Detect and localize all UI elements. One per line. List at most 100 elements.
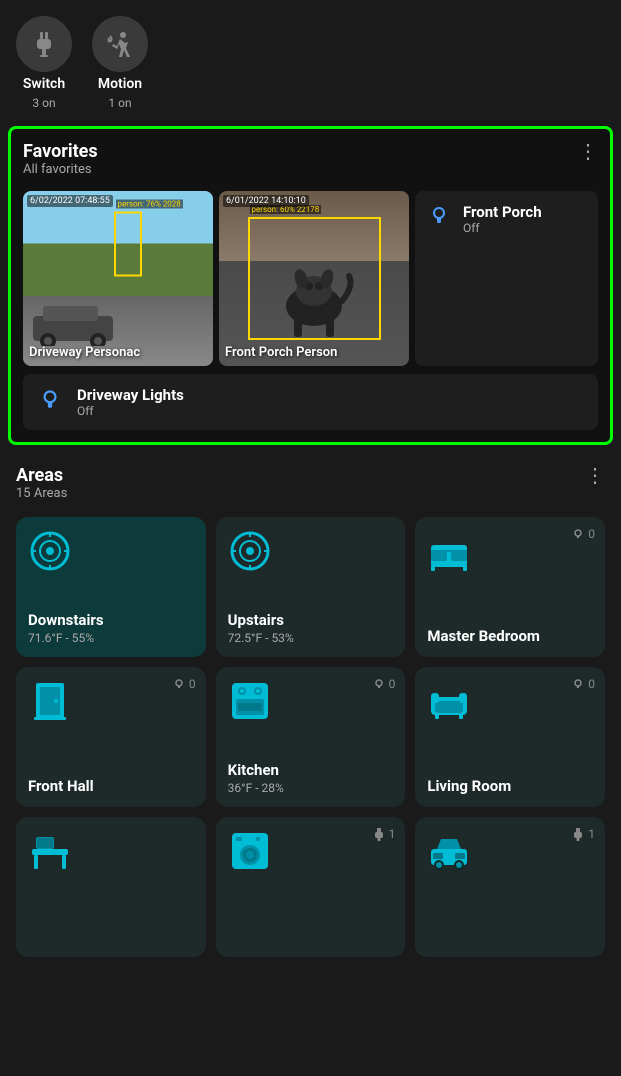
driveway-lights-status: Off xyxy=(77,404,184,418)
front-porch-light-icon xyxy=(427,203,451,232)
master-bedroom-light-count: 0 xyxy=(571,527,595,541)
front-porch-light-card[interactable]: Front Porch Off xyxy=(415,191,598,366)
driveway-lights-info: Driveway Lights Off xyxy=(77,386,184,418)
motion-icon xyxy=(106,30,134,58)
switch-device[interactable]: Switch 3 on xyxy=(16,16,72,110)
car-in-cam xyxy=(28,301,118,346)
area-card-upstairs[interactable]: Upstairs 72.5°F - 53% xyxy=(216,517,406,657)
cam-driveway-label: Driveway Personac xyxy=(29,345,140,360)
favorites-header: Favorites All favorites ⋮ xyxy=(23,141,598,187)
master-bedroom-info: Master Bedroom xyxy=(427,627,593,645)
area7-icon-wrap xyxy=(28,829,194,877)
area-card-9[interactable]: 1 xyxy=(415,817,605,957)
thermostat-icon-upstairs xyxy=(228,529,272,573)
driveway-lights-name: Driveway Lights xyxy=(77,386,184,404)
area-card-7[interactable] xyxy=(16,817,206,957)
areas-subtitle: 15 Areas xyxy=(16,486,67,501)
frontporch-camera-card[interactable]: person: 60% 22178 6/01/2022 14:10:10 Fro… xyxy=(219,191,409,366)
driveway-camera-card[interactable]: person: 76% 2028 6/02/2022 07:48:55 Driv… xyxy=(23,191,213,366)
front-porch-light-row: Front Porch Off xyxy=(427,203,586,235)
areas-menu-button[interactable]: ⋮ xyxy=(585,465,605,485)
bulb-icon-driveway xyxy=(37,386,63,412)
front-hall-name: Front Hall xyxy=(28,777,194,795)
favorites-menu-button[interactable]: ⋮ xyxy=(578,141,598,161)
thermostat-icon-downstairs xyxy=(28,529,72,573)
front-porch-light-status: Off xyxy=(463,221,542,235)
top-section: Switch 3 on Motion 1 on xyxy=(0,0,621,118)
driveway-lights-icon xyxy=(37,386,63,418)
desk-icon xyxy=(28,829,72,873)
driveway-lights-card[interactable]: Driveway Lights Off xyxy=(23,374,598,430)
cam-frontporch-timestamp: 6/01/2022 14:10:10 xyxy=(223,195,309,207)
favorites-title: Favorites xyxy=(23,141,98,162)
switch-sublabel: 3 on xyxy=(32,96,55,110)
kitchen-temp: 36°F - 28% xyxy=(228,781,394,795)
area-card-front-hall[interactable]: 0 Front Hall xyxy=(16,667,206,807)
upstairs-name: Upstairs xyxy=(228,611,394,629)
switch-label: Switch xyxy=(23,76,65,92)
favorites-subtitle: All favorites xyxy=(23,162,98,177)
living-room-info: Living Room xyxy=(427,777,593,795)
master-bedroom-count-val: 0 xyxy=(588,527,595,541)
light-count-icon-living xyxy=(571,677,585,691)
motion-device[interactable]: Motion 1 on xyxy=(92,16,148,110)
cameras-row: person: 76% 2028 6/02/2022 07:48:55 Driv… xyxy=(23,191,598,366)
front-hall-icon-wrap xyxy=(28,679,194,727)
master-bedroom-name: Master Bedroom xyxy=(427,627,593,645)
sofa-icon xyxy=(427,679,471,723)
area9-count-val: 1 xyxy=(588,827,595,841)
areas-grid: Downstairs 71.6°F - 55% Upstairs 72.5 xyxy=(16,517,605,957)
front-hall-info: Front Hall xyxy=(28,777,194,795)
master-bedroom-icon-wrap xyxy=(427,529,593,577)
downstairs-info: Downstairs 71.6°F - 55% xyxy=(28,611,194,645)
light-count-icon-hall xyxy=(172,677,186,691)
kitchen-name: Kitchen xyxy=(228,761,394,779)
kitchen-icon-wrap xyxy=(228,679,394,727)
living-room-name: Living Room xyxy=(427,777,593,795)
front-porch-light-info: Front Porch Off xyxy=(463,203,542,235)
motion-sublabel: 1 on xyxy=(108,96,131,110)
area9-plug-count: 1 xyxy=(571,827,595,841)
area-card-living-room[interactable]: 0 Living Room xyxy=(415,667,605,807)
favorites-title-group: Favorites All favorites xyxy=(23,141,98,187)
downstairs-icon-wrap xyxy=(28,529,194,577)
motion-icon-circle xyxy=(92,16,148,72)
light-count-icon xyxy=(571,527,585,541)
area8-plug-count: 1 xyxy=(372,827,396,841)
car-icon xyxy=(427,829,471,873)
plug-count-icon-9 xyxy=(571,827,585,841)
animal-in-cam xyxy=(269,251,359,341)
downstairs-temp: 71.6°F - 55% xyxy=(28,631,194,645)
area9-icon-wrap xyxy=(427,829,593,877)
areas-title-group: Areas 15 Areas xyxy=(16,465,67,513)
living-room-count-val: 0 xyxy=(588,677,595,691)
living-room-light-count: 0 xyxy=(571,677,595,691)
switch-icon-circle xyxy=(16,16,72,72)
plug-count-icon-8 xyxy=(372,827,386,841)
front-porch-light-name: Front Porch xyxy=(463,203,542,221)
area-card-master-bedroom[interactable]: 0 Master Bedroom xyxy=(415,517,605,657)
area-card-kitchen[interactable]: 0 Kitchen 36°F - 28% xyxy=(216,667,406,807)
door-icon xyxy=(28,679,72,723)
cam-frontporch-label: Front Porch Person xyxy=(225,345,337,360)
favorites-section: Favorites All favorites ⋮ p xyxy=(8,126,613,445)
kitchen-count-val: 0 xyxy=(389,677,396,691)
kitchen-info: Kitchen 36°F - 28% xyxy=(228,761,394,795)
areas-title: Areas xyxy=(16,465,67,486)
washer-icon xyxy=(228,829,272,873)
bed-icon xyxy=(427,529,471,573)
area-card-8[interactable]: 1 xyxy=(216,817,406,957)
front-hall-count-val: 0 xyxy=(189,677,196,691)
areas-section: Areas 15 Areas ⋮ Downstairs 71.6°F xyxy=(0,453,621,969)
kitchen-light-count: 0 xyxy=(372,677,396,691)
areas-header: Areas 15 Areas ⋮ xyxy=(16,465,605,513)
bulb-icon-fav xyxy=(427,203,451,227)
upstairs-temp: 72.5°F - 53% xyxy=(228,631,394,645)
detection-label-driveway: person: 76% 2028 xyxy=(116,199,183,208)
front-hall-light-count: 0 xyxy=(172,677,196,691)
cam-driveway-timestamp: 6/02/2022 07:48:55 xyxy=(27,195,113,207)
area8-icon-wrap xyxy=(228,829,394,877)
person-detection: person: 76% 2028 xyxy=(114,211,142,276)
light-count-icon-kitchen xyxy=(372,677,386,691)
area-card-downstairs[interactable]: Downstairs 71.6°F - 55% xyxy=(16,517,206,657)
